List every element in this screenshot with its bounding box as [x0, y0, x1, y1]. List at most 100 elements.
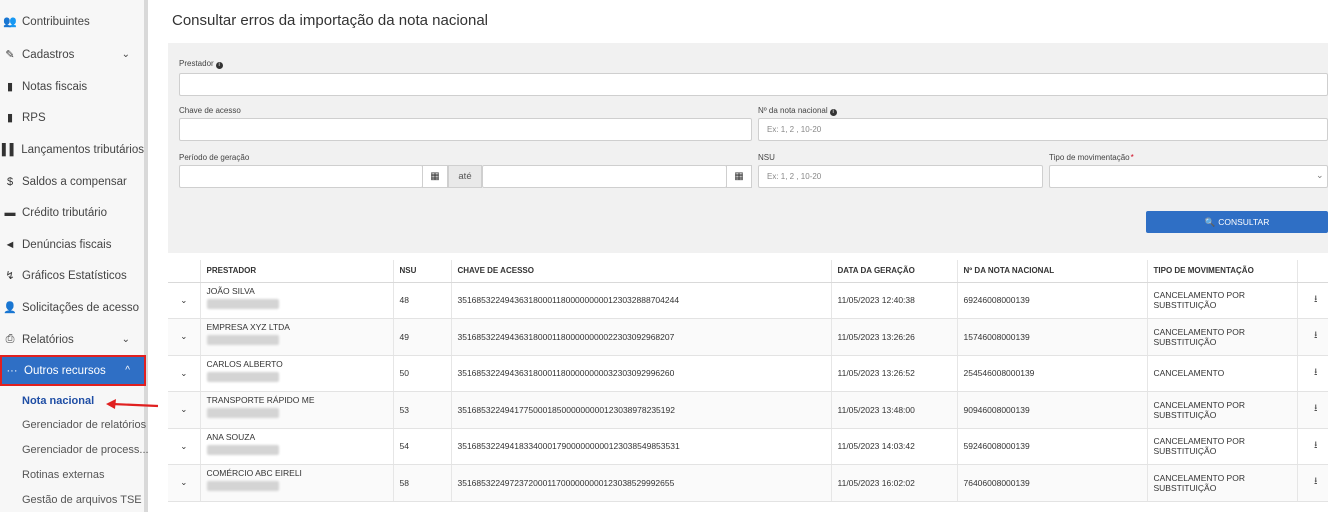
nota-cell: 15746008000139 [956, 318, 1147, 356]
nsu-cell: 53 [392, 391, 451, 429]
dots-icon: ··· [6, 364, 18, 377]
nsu-cell: 50 [392, 355, 451, 392]
nsu-cell: 54 [392, 428, 451, 465]
sidebar-item-saldos[interactable]: $ Saldos a compensar [0, 166, 144, 197]
info-icon[interactable]: i [215, 62, 223, 69]
sidebar-item-graficos[interactable]: ↯ Gráficos Estatísticos [0, 260, 144, 291]
column-header[interactable]: NSU [392, 260, 451, 283]
prestador-cell: TRANSPORTE RÁPIDO ME [199, 391, 393, 429]
expand-row-icon[interactable]: ⌄ [168, 318, 200, 356]
sidebar-item-denuncias[interactable]: ◄ Denúncias fiscais [0, 229, 144, 260]
tipo-cell: CANCELAMENTO [1146, 355, 1297, 392]
nota-field[interactable]: Ex: 1, 2 , 10-20 [758, 118, 1328, 141]
table-row: ⌄ CARLOS ALBERTO 50 35168532249436318000118… [168, 355, 1328, 392]
redacted-document [206, 298, 279, 309]
download-icon[interactable]: ⭳ [1296, 428, 1328, 465]
subitem-nota-nacional[interactable]: Nota nacional [22, 391, 94, 411]
column-header[interactable]: DATA DA GERAÇÃO [830, 260, 957, 283]
prestador-name: TRANSPORTE RÁPIDO ME [206, 395, 315, 406]
chevron-down-icon: ⌄ [121, 49, 130, 60]
nsu-cell: 49 [392, 318, 451, 356]
sidebar-item-label: Lançamentos tributários [21, 143, 144, 156]
tipo-cell: CANCELAMENTO POR SUBSTITUIÇÃO [1146, 428, 1297, 465]
sidebar-item-label: Denúncias fiscais [22, 238, 112, 251]
periodo-start-field[interactable] [179, 165, 423, 188]
subitem-gerenciador-relatorios[interactable]: Gerenciador de relatórios [22, 415, 146, 435]
data-cell: 11/05/2023 12:40:38 [830, 282, 957, 319]
sidebar-item-rps[interactable]: ▮ RPS [0, 102, 144, 133]
data-cell: 11/05/2023 13:26:26 [830, 318, 957, 356]
download-icon[interactable]: ⭳ [1296, 391, 1328, 429]
sidebar-item-solicitacoes[interactable]: 👤 Solicitações de acesso [0, 292, 144, 323]
sidebar-item-label: Relatórios [22, 333, 74, 346]
chevron-down-icon: ⌄ [1316, 170, 1324, 180]
sidebar-item-label: RPS [22, 111, 46, 124]
prestador-name: COMÉRCIO ABC EIRELI [206, 468, 302, 479]
chave-field[interactable] [179, 118, 752, 141]
tipo-label: Tipo de movimentação* [1049, 153, 1134, 162]
calendar-icon[interactable]: ▦ [422, 165, 448, 188]
nota-cell: 90946008000139 [956, 391, 1147, 429]
sidebar-item-credito[interactable]: ▬ Crédito tributário [0, 197, 144, 228]
tipo-select[interactable] [1049, 165, 1328, 188]
actions-column-header [1296, 260, 1328, 283]
download-icon[interactable]: ⭳ [1296, 355, 1328, 392]
sidebar: 👥 Contribuintes ✎ Cadastros ⌄ ▮ Notas fi… [0, 0, 149, 512]
chave-cell: 3516853224941833400017900000000012303854… [450, 428, 831, 465]
prestador-cell: EMPRESA XYZ LTDA [199, 318, 393, 356]
user-plus-icon: 👤 [3, 302, 17, 314]
column-header[interactable]: TIPO DE MOVIMENTAÇÃO [1146, 260, 1297, 283]
sidebar-scrollbar[interactable] [144, 0, 148, 512]
expand-row-icon[interactable]: ⌄ [168, 391, 200, 429]
data-cell: 11/05/2023 13:26:52 [830, 355, 957, 392]
sidebar-item-label: Contribuintes [22, 15, 90, 28]
expand-row-icon[interactable]: ⌄ [168, 428, 200, 465]
subitem-gerenciador-processos[interactable]: Gerenciador de process... [22, 440, 149, 460]
sidebar-item-lancamentos[interactable]: ▌▌ Lançamentos tributários [0, 134, 144, 165]
tipo-cell: CANCELAMENTO POR SUBSTITUIÇÃO [1146, 464, 1297, 502]
prestador-cell: COMÉRCIO ABC EIRELI [199, 464, 393, 502]
sidebar-item-contribuintes[interactable]: 👥 Contribuintes [0, 6, 144, 37]
expand-row-icon[interactable]: ⌄ [168, 464, 200, 502]
table-row: ⌄ JOÃO SILVA 48 351685322494363180001180000… [168, 282, 1328, 319]
sidebar-item-label: Cadastros [22, 48, 75, 61]
calendar-icon[interactable]: ▦ [726, 165, 752, 188]
sidebar-item-label: Outros recursos [24, 364, 106, 377]
table-row: ⌄ COMÉRCIO ABC EIRELI 58 351685322497237200… [168, 464, 1328, 502]
print-icon: ⎙ [5, 333, 15, 345]
expand-row-icon[interactable]: ⌄ [168, 355, 200, 392]
download-icon[interactable]: ⭳ [1296, 282, 1328, 319]
table-header-row: PRESTADOR NSU CHAVE DE ACESSO DATA DA GE… [168, 260, 1328, 283]
sidebar-item-outros-recursos[interactable]: ··· Outros recursos ^ [0, 355, 146, 386]
download-icon[interactable]: ⭳ [1296, 318, 1328, 356]
table-row: ⌄ ANA SOUZA 54 3516853224941833400017900000… [168, 428, 1328, 465]
sidebar-item-label: Crédito tributário [22, 206, 108, 219]
megaphone-icon: ◄ [4, 238, 16, 251]
prestador-field[interactable] [179, 73, 1328, 96]
nota-cell: 254546008000139 [956, 355, 1147, 392]
download-icon[interactable]: ⭳ [1296, 464, 1328, 502]
sidebar-item-label: Saldos a compensar [22, 175, 127, 188]
periodo-label: Período de geração [179, 153, 250, 162]
prestador-name: JOÃO SILVA [206, 285, 255, 296]
nsu-field[interactable]: Ex: 1, 2 , 10-20 [758, 165, 1043, 188]
users-icon: 👥 [3, 16, 17, 28]
prestador-cell: JOÃO SILVA [199, 282, 393, 319]
sidebar-item-relatorios[interactable]: ⎙ Relatórios ⌄ [0, 324, 144, 355]
column-header[interactable]: CHAVE DE ACESSO [450, 260, 831, 283]
info-icon[interactable]: i [829, 109, 837, 116]
subitem-rotinas-externas[interactable]: Rotinas externas [22, 465, 105, 485]
redacted-document [206, 371, 279, 382]
sidebar-item-notas-fiscais[interactable]: ▮ Notas fiscais [0, 71, 144, 102]
consultar-button[interactable]: 🔍 CONSULTAR [1146, 211, 1328, 233]
subitem-gestao-arquivos-tse[interactable]: Gestão de arquivos TSE [22, 490, 142, 510]
sidebar-item-cadastros[interactable]: ✎ Cadastros ⌄ [0, 39, 144, 70]
redacted-document [206, 481, 279, 492]
column-header[interactable]: Nº DA NOTA NACIONAL [956, 260, 1147, 283]
expand-row-icon[interactable]: ⌄ [168, 282, 200, 319]
column-header[interactable]: PRESTADOR [199, 260, 393, 283]
chart-icon: ↯ [5, 270, 15, 282]
card-icon: ▬ [4, 206, 16, 219]
periodo-end-field[interactable] [482, 165, 727, 188]
sidebar-item-label: Gráficos Estatísticos [22, 269, 127, 282]
